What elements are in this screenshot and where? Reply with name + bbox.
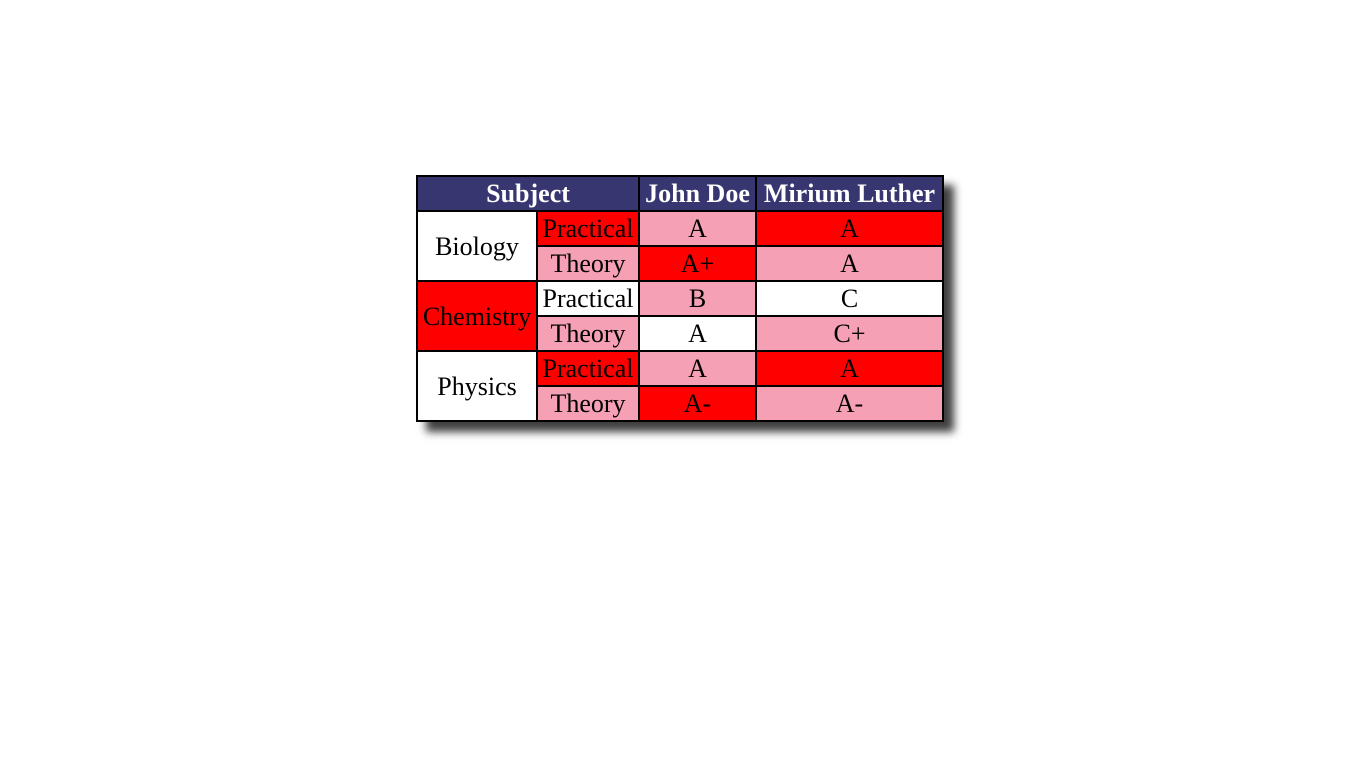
grade-cell-john: A (638, 350, 757, 387)
grade-cell-john: A+ (638, 245, 757, 282)
grade-cell-mirium: A (755, 245, 944, 282)
subject-cell: Biology (416, 210, 538, 282)
grade-cell-mirium: A (755, 350, 944, 387)
subject-cell: Chemistry (416, 280, 538, 352)
type-cell: Practical (536, 280, 640, 317)
table-row: Biology Practical A A (416, 210, 944, 282)
header-mirium-luther: Mirium Luther (755, 175, 944, 212)
table-row: Chemistry Practical B C (416, 280, 944, 352)
subject-cell: Physics (416, 350, 538, 422)
table-row: Physics Practical A A (416, 350, 944, 422)
header-subject: Subject (416, 175, 640, 212)
type-cell: Practical (536, 210, 640, 247)
type-cell: Practical (536, 350, 640, 387)
grades-table: Subject John Doe Mirium Luther Biology P… (416, 175, 944, 422)
type-cell: Theory (536, 315, 640, 352)
grade-cell-john: A (638, 210, 757, 247)
grade-cell-john: B (638, 280, 757, 317)
type-cell: Theory (536, 385, 640, 422)
type-cell: Theory (536, 245, 640, 282)
grade-cell-john: A (638, 315, 757, 352)
grade-cell-mirium: A (755, 210, 944, 247)
header-john-doe: John Doe (638, 175, 757, 212)
grade-cell-mirium: C (755, 280, 944, 317)
grade-cell-mirium: C+ (755, 315, 944, 352)
header-row: Subject John Doe Mirium Luther (416, 175, 944, 212)
grade-cell-john: A- (638, 385, 757, 422)
grade-cell-mirium: A- (755, 385, 944, 422)
